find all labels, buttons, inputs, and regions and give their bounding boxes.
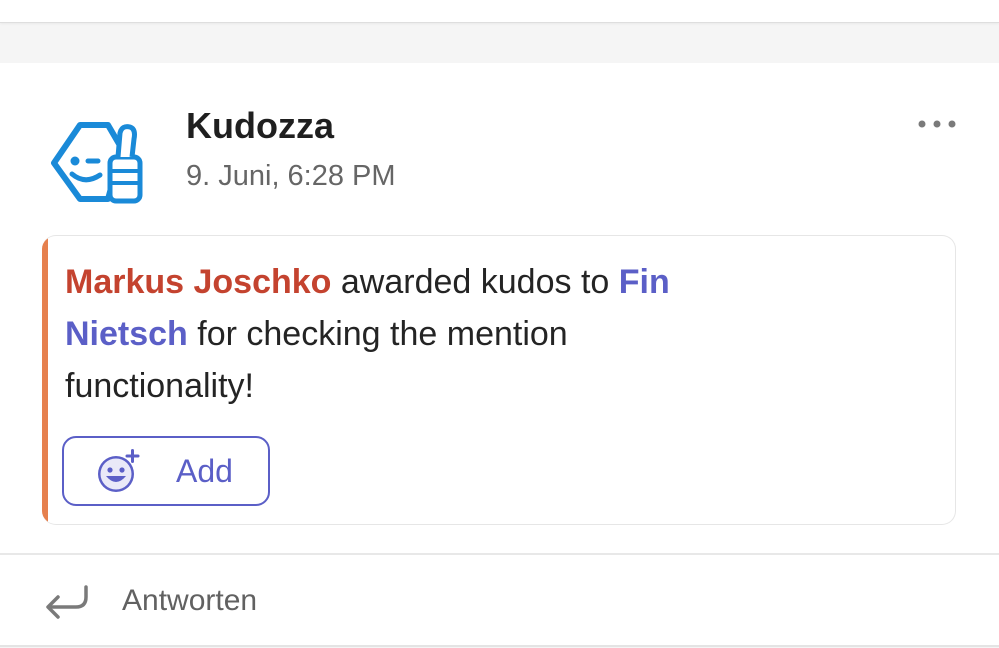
add-reaction-label: Add [176, 452, 233, 489]
kudos-card: Markus Joschko awarded kudos to Fin Niet… [42, 235, 956, 525]
reply-arrow-icon [46, 585, 88, 619]
mention-giver[interactable]: Markus Joschko [65, 263, 331, 301]
card-accent-bar [42, 236, 48, 524]
kudozza-avatar-icon[interactable] [50, 119, 146, 205]
more-options-button[interactable] [908, 107, 966, 141]
kudos-message: Markus Joschko awarded kudos to Fin Niet… [65, 256, 765, 412]
bottom-divider [0, 645, 999, 647]
reply-button[interactable]: Antworten [0, 555, 999, 645]
message-timestamp: 9. Juni, 6:28 PM [186, 160, 396, 192]
top-strip [0, 0, 999, 23]
add-reaction-button[interactable]: Add [62, 436, 270, 506]
message-post: Kudozza 9. Juni, 6:28 PM Markus Joschko … [0, 63, 999, 647]
more-dots-icon [918, 120, 956, 128]
kudos-text-part1: awarded kudos to [331, 263, 619, 301]
reply-label: Antworten [122, 584, 258, 617]
add-reaction-icon [98, 449, 140, 492]
sender-name[interactable]: Kudozza [186, 106, 334, 146]
